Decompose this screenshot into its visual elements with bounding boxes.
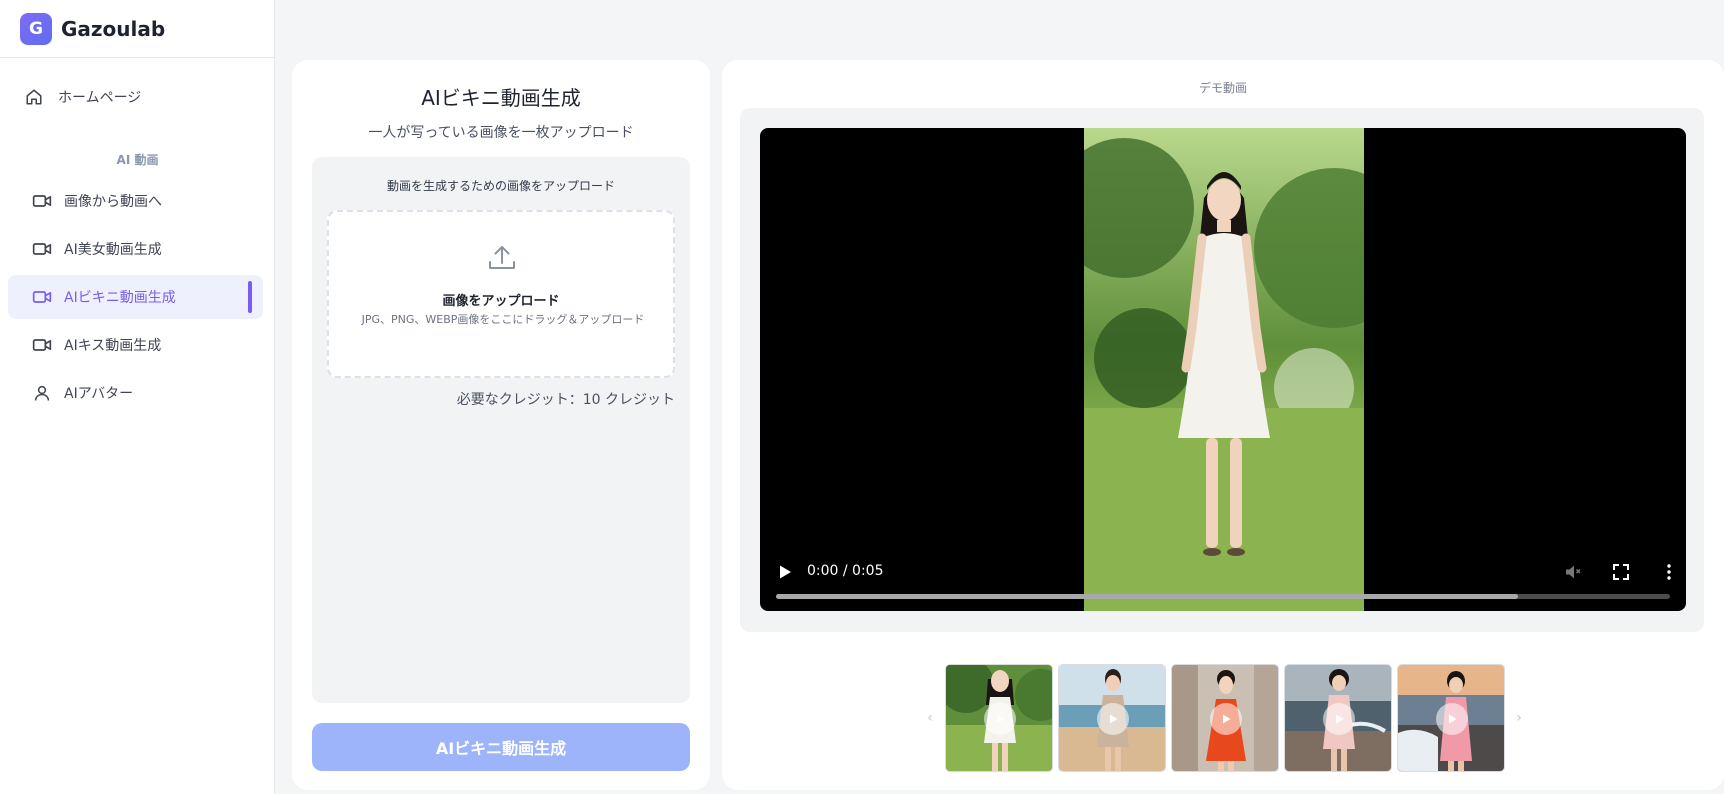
- video-buffer-fill: [776, 594, 1519, 599]
- dropzone-description: JPG、PNG、WEBP画像をここにドラッグ＆アップロード: [361, 313, 645, 326]
- play-icon: [1209, 703, 1242, 735]
- sidebar-item-label: AIビキニ動画生成: [64, 290, 176, 306]
- sidebar: G Gazoulab ホームページ AI 動画 画像から動画へ AI美女動画生成…: [0, 0, 275, 794]
- video-still-image: [1084, 128, 1364, 611]
- play-icon: [1096, 703, 1129, 735]
- demo-thumbnail-5[interactable]: [1396, 664, 1505, 772]
- sidebar-item-kiss-video[interactable]: AIキス動画生成: [8, 323, 263, 367]
- image-dropzone[interactable]: 画像をアップロード JPG、PNG、WEBP画像をここにドラッグ＆アップロード: [327, 210, 675, 378]
- dropzone-title: 画像をアップロード: [442, 294, 560, 309]
- video-camera-icon: [32, 335, 52, 355]
- generator-panel: AIビキニ動画生成 一人が写っている画像を一枚アップロード 動画を生成するための…: [292, 60, 710, 790]
- section-label-ai-video: AI 動画: [116, 153, 159, 167]
- demo-thumbnail-4[interactable]: [1283, 664, 1392, 772]
- video-controls: 0:00 / 0:05: [760, 551, 1686, 611]
- demo-label: デモ動画: [1198, 81, 1247, 95]
- demo-thumbnail-3[interactable]: [1170, 664, 1279, 772]
- sidebar-item-label: AI美女動画生成: [64, 242, 162, 258]
- video-frame: 0:00 / 0:05: [740, 108, 1704, 632]
- sidebar-item-label: AIキス動画生成: [64, 338, 162, 354]
- carousel-prev-button[interactable]: ‹: [918, 706, 942, 730]
- volume-muted-icon[interactable]: [1564, 563, 1582, 581]
- brand-logo: G: [20, 12, 52, 45]
- sidebar-item-label: 画像から動画へ: [64, 194, 162, 210]
- sidebar-item-beauty-video[interactable]: AI美女動画生成: [8, 227, 263, 271]
- video-camera-icon: [32, 239, 52, 259]
- demo-thumbnail-1[interactable]: [944, 664, 1053, 772]
- page-title: AIビキニ動画生成: [421, 86, 581, 110]
- sidebar-item-image-to-video[interactable]: 画像から動画へ: [8, 179, 263, 223]
- video-time: 0:00 / 0:05: [807, 563, 884, 579]
- generate-button[interactable]: AIビキニ動画生成: [312, 723, 690, 771]
- sidebar-item-home[interactable]: ホームページ: [8, 75, 263, 119]
- sidebar-item-bikini-video[interactable]: AIビキニ動画生成: [8, 275, 263, 319]
- play-icon: [1322, 703, 1355, 735]
- video-camera-icon: [32, 191, 52, 211]
- sidebar-item-avatar[interactable]: AIアバター: [8, 371, 263, 415]
- page-subtitle: 一人が写っている画像を一枚アップロード: [368, 125, 634, 141]
- demo-video-player[interactable]: 0:00 / 0:05: [760, 128, 1686, 611]
- upload-area: 動画を生成するための画像をアップロード 画像をアップロード JPG、PNG、WE…: [312, 157, 690, 703]
- play-icon: [1435, 703, 1468, 735]
- demo-thumbnail-carousel: ‹ ›: [918, 664, 1531, 772]
- video-progress-bar[interactable]: [776, 594, 1670, 599]
- video-camera-icon: [32, 287, 52, 307]
- brand-name: Gazoulab: [61, 16, 166, 41]
- carousel-next-button[interactable]: ›: [1507, 706, 1531, 730]
- upload-hint: 動画を生成するための画像をアップロード: [386, 179, 615, 193]
- fullscreen-icon[interactable]: [1612, 563, 1630, 581]
- home-icon: [24, 87, 44, 107]
- sidebar-item-label: AIアバター: [64, 386, 134, 402]
- user-icon: [32, 383, 52, 403]
- credits-required: 必要なクレジット：10 クレジット: [456, 392, 675, 408]
- sidebar-item-label: ホームページ: [58, 90, 142, 106]
- demo-thumbnail-2[interactable]: [1057, 664, 1166, 772]
- brand[interactable]: G Gazoulab: [0, 0, 274, 58]
- more-options-icon[interactable]: [1660, 563, 1678, 581]
- upload-icon: [489, 246, 515, 269]
- play-icon[interactable]: [776, 563, 794, 581]
- play-icon: [983, 703, 1016, 735]
